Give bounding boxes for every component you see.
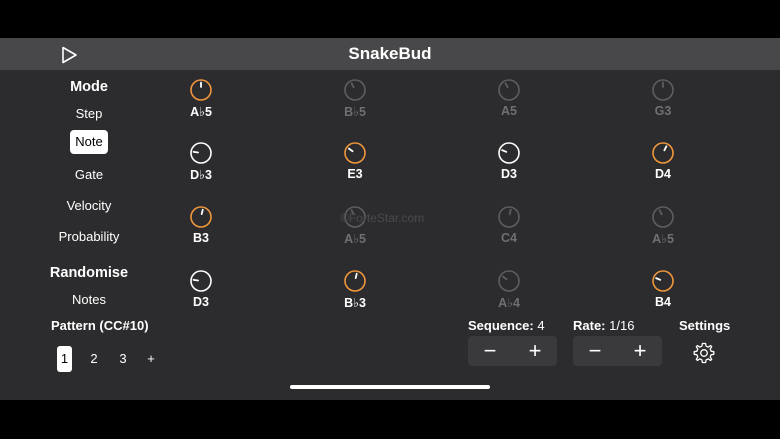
knob-dial-icon xyxy=(344,142,366,164)
mode-velocity[interactable]: Velocity xyxy=(0,198,178,213)
knob-dial-icon xyxy=(498,270,520,292)
note-label: B♭3 xyxy=(344,296,366,310)
note-knob[interactable]: C4 xyxy=(464,205,554,245)
note-knob[interactable]: A♭5 xyxy=(618,205,708,246)
knob-dial-icon xyxy=(498,142,520,164)
knob-dial-icon xyxy=(190,79,212,101)
mode-heading: Mode xyxy=(70,79,108,95)
app-title: SnakeBud xyxy=(348,44,432,63)
pattern-1[interactable]: 1 xyxy=(57,346,72,372)
knob-dial-icon xyxy=(652,79,674,101)
note-knob[interactable]: D3 xyxy=(156,269,246,309)
randomise-heading: Randomise xyxy=(49,265,129,281)
note-knob[interactable]: D♭3 xyxy=(156,141,246,182)
mode-probability[interactable]: Probability xyxy=(0,229,178,244)
note-label: E3 xyxy=(347,167,363,181)
note-label: B4 xyxy=(655,295,671,309)
note-label: G3 xyxy=(654,104,672,118)
note-knob[interactable]: D4 xyxy=(618,141,708,181)
sequence-stepper: − + xyxy=(468,336,557,366)
note-knob[interactable]: A♭5 xyxy=(156,78,246,119)
note-knob[interactable]: G3 xyxy=(618,78,708,118)
app-window: SnakeBud Mode Step Note Gate Velocity Pr… xyxy=(0,38,780,400)
rate-label: Rate: 1/16 xyxy=(573,318,635,333)
note-label: A♭5 xyxy=(652,232,674,246)
note-knob[interactable]: B4 xyxy=(618,269,708,309)
knob-dial-icon xyxy=(498,79,520,101)
note-label: A♭5 xyxy=(344,232,366,246)
mode-note[interactable]: Note xyxy=(70,130,108,154)
note-knob[interactable]: B♭5 xyxy=(310,78,400,119)
home-indicator xyxy=(290,385,490,389)
knob-dial-icon xyxy=(344,270,366,292)
knob-dial-icon xyxy=(190,270,212,292)
knob-dial-icon xyxy=(498,206,520,228)
knob-dial-icon xyxy=(190,206,212,228)
note-label: D3 xyxy=(193,295,209,309)
sequence-value: 4 xyxy=(537,318,545,333)
rate-decrement-button[interactable]: − xyxy=(573,336,617,366)
note-knob[interactable]: A♭4 xyxy=(464,269,554,310)
note-label: D4 xyxy=(655,167,671,181)
note-knob[interactable]: E3 xyxy=(310,141,400,181)
note-knob[interactable]: D3 xyxy=(464,141,554,181)
knob-dial-icon xyxy=(652,142,674,164)
sequence-label: Sequence: 4 xyxy=(468,318,545,333)
randomise-notes[interactable]: Notes xyxy=(0,292,178,307)
note-label: A♭5 xyxy=(190,105,212,119)
settings-label: Settings xyxy=(679,318,731,333)
mode-gate[interactable]: Gate xyxy=(0,167,178,182)
title-bar: SnakeBud xyxy=(0,38,780,70)
knob-dial-icon xyxy=(652,270,674,292)
note-label: A♭4 xyxy=(498,296,520,310)
knob-dial-icon xyxy=(190,142,212,164)
pattern-3[interactable]: 3 xyxy=(115,346,131,372)
watermark: ©ForteStar.com xyxy=(340,211,425,225)
pattern-label: Pattern (CC#10) xyxy=(51,318,149,333)
add-pattern-button[interactable]: + xyxy=(143,346,159,372)
gear-icon[interactable] xyxy=(692,341,716,365)
knob-dial-icon xyxy=(344,79,366,101)
sequence-decrement-button[interactable]: − xyxy=(468,336,512,366)
rate-stepper: − + xyxy=(573,336,662,366)
note-label: D3 xyxy=(501,167,517,181)
note-knob[interactable]: B3 xyxy=(156,205,246,245)
note-knob[interactable]: A5 xyxy=(464,78,554,118)
mode-step[interactable]: Step xyxy=(0,106,178,121)
sequence-increment-button[interactable]: + xyxy=(513,336,557,366)
note-label: C4 xyxy=(501,231,517,245)
rate-value: 1/16 xyxy=(609,318,635,333)
rate-increment-button[interactable]: + xyxy=(618,336,662,366)
note-label: A5 xyxy=(501,104,517,118)
pattern-2[interactable]: 2 xyxy=(86,346,102,372)
note-label: D♭3 xyxy=(190,168,212,182)
note-label: B3 xyxy=(193,231,209,245)
knob-dial-icon xyxy=(652,206,674,228)
note-label: B♭5 xyxy=(344,105,366,119)
note-knob[interactable]: B♭3 xyxy=(310,269,400,310)
